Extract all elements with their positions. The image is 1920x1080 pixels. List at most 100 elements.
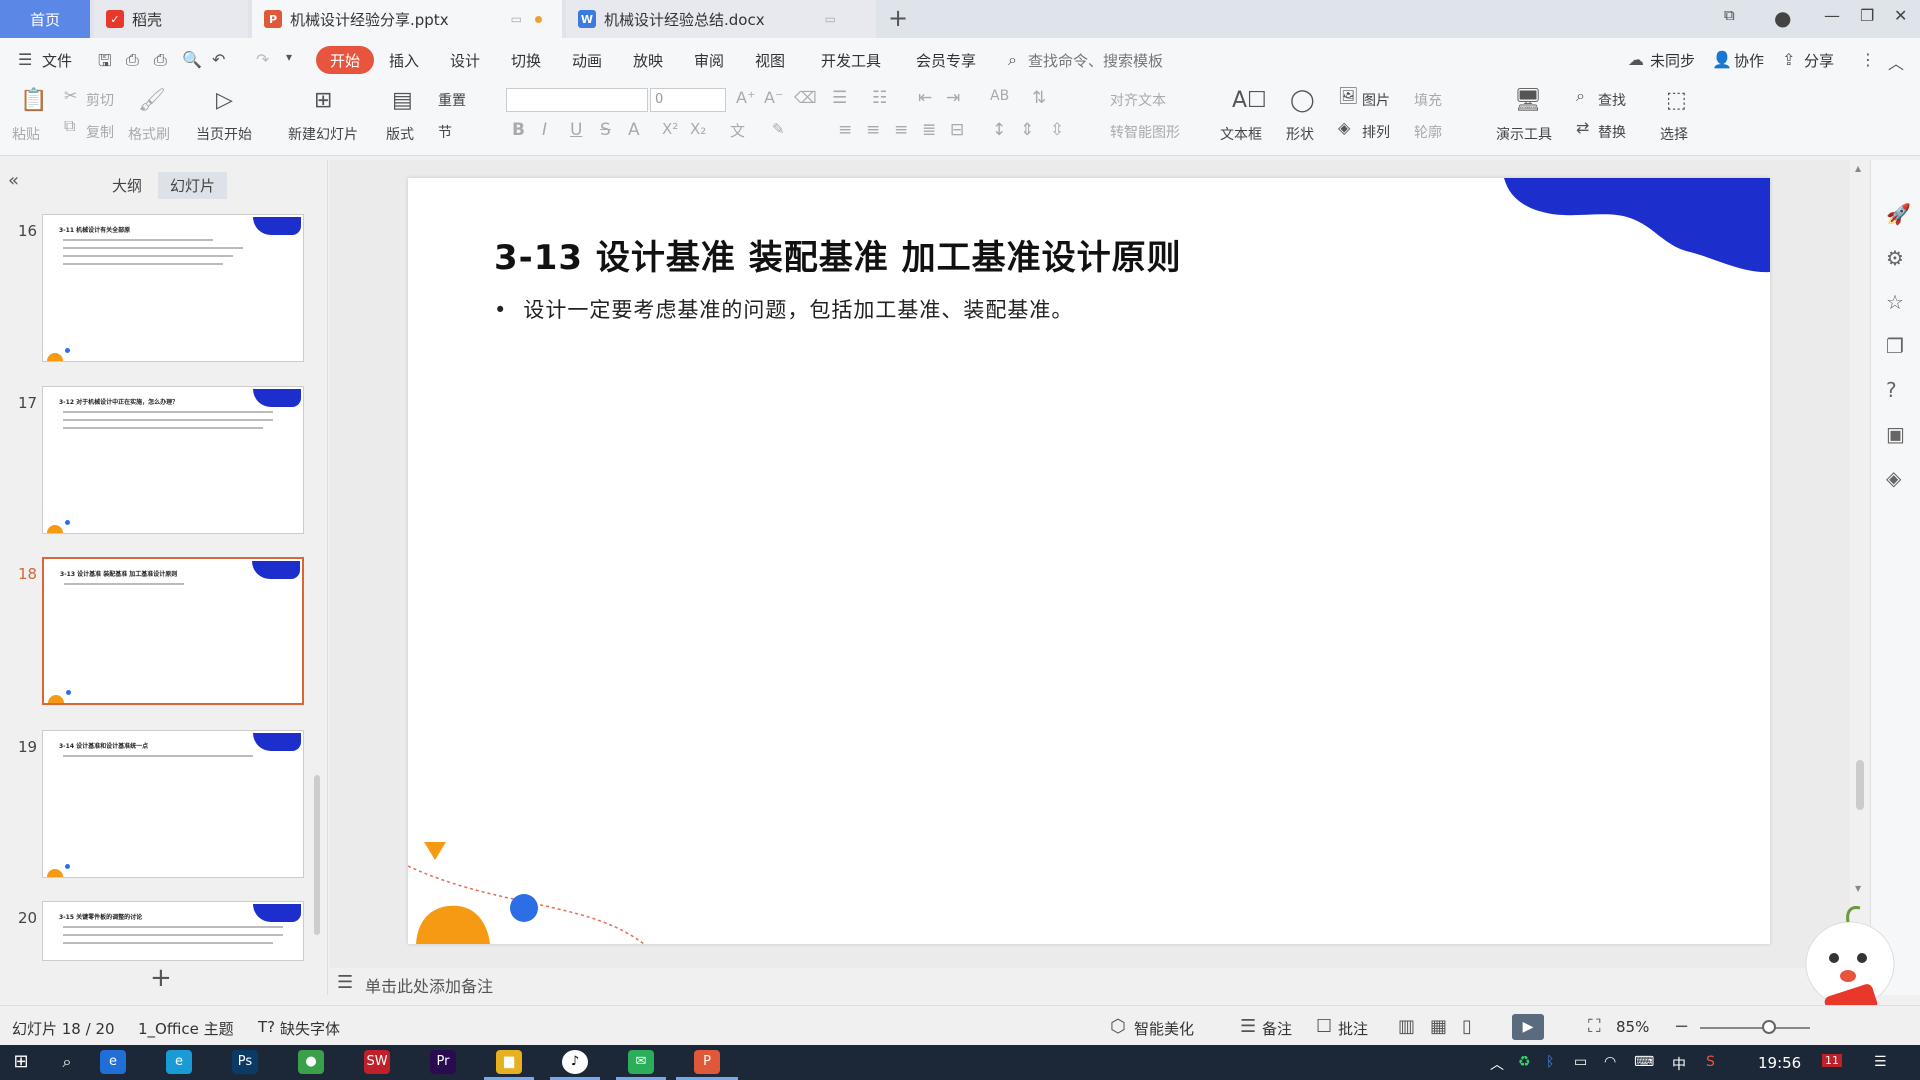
windows-start-icon[interactable]: ⊞ bbox=[8, 1050, 34, 1074]
wechat-icon[interactable]: ✉ bbox=[628, 1050, 654, 1074]
tray-expand-icon[interactable]: ︿ bbox=[1490, 1054, 1504, 1074]
panel-scrollbar[interactable] bbox=[314, 775, 320, 935]
shape-button[interactable]: 形状 bbox=[1286, 124, 1314, 144]
fit-window-icon[interactable]: ⛶ bbox=[1588, 1016, 1601, 1037]
more-options-icon[interactable]: ⋮ bbox=[1860, 50, 1876, 69]
normal-view-icon[interactable]: ▥ bbox=[1398, 1016, 1415, 1037]
sogou-ime-icon[interactable]: S bbox=[1706, 1054, 1715, 1070]
reading-view-icon[interactable]: ▯ bbox=[1462, 1016, 1472, 1037]
increase-font-icon[interactable]: A⁺ bbox=[736, 88, 755, 107]
command-search-input[interactable]: 查找命令、搜索模板 bbox=[1028, 50, 1163, 71]
wifi-icon[interactable]: ◠ bbox=[1604, 1054, 1616, 1070]
sort-icon[interactable]: ⇅ bbox=[1032, 88, 1046, 108]
justify-icon[interactable]: ≣ bbox=[922, 120, 936, 140]
add-tab-button[interactable]: + bbox=[888, 4, 908, 32]
multi-window-icon[interactable]: ⧉ bbox=[1724, 6, 1735, 24]
slide-thumbnail-18-selected[interactable]: 3-13 设计基准 装配基准 加工基准设计原则 bbox=[42, 557, 304, 705]
reset-button[interactable]: 重置 bbox=[438, 90, 466, 110]
help-icon[interactable]: ? bbox=[1886, 378, 1897, 402]
bold-icon[interactable]: B bbox=[512, 120, 525, 140]
menu-member[interactable]: 会员专享 bbox=[916, 50, 976, 71]
increase-indent-icon[interactable]: ⇥ bbox=[946, 88, 960, 108]
compass-icon[interactable]: ◈ bbox=[1886, 466, 1901, 490]
slide-thumbnail-20[interactable]: 3-15 关键零件板的调整的讨论 bbox=[42, 901, 304, 961]
photoshop-icon[interactable]: Ps bbox=[232, 1050, 258, 1074]
hamburger-icon[interactable]: ☰ bbox=[18, 50, 32, 69]
scroll-down-icon[interactable]: ▼ bbox=[1855, 884, 1861, 893]
taskbar-search-icon[interactable]: ⌕ bbox=[54, 1050, 80, 1074]
format-painter-button[interactable]: 格式刷 bbox=[128, 124, 170, 144]
theme-name[interactable]: 1_Office 主题 bbox=[138, 1018, 234, 1039]
layout-button[interactable]: 版式 bbox=[386, 124, 414, 144]
ime-indicator[interactable]: 中 bbox=[1672, 1054, 1686, 1074]
wps-presentation-icon[interactable]: P bbox=[694, 1050, 720, 1074]
sync-status[interactable]: 未同步 bbox=[1650, 50, 1695, 71]
redo-icon[interactable]: ↷ bbox=[256, 50, 269, 69]
strikethrough-icon[interactable]: S bbox=[600, 120, 611, 140]
select-button[interactable]: 选择 bbox=[1660, 124, 1688, 144]
slide-thumbnail-17[interactable]: 3-12 对于机械设计中正在实施，怎么办理？ bbox=[42, 386, 304, 534]
smart-shape-button[interactable]: 转智能图形 bbox=[1110, 122, 1180, 142]
slide-thumbnail-16[interactable]: 3-11 机械设计有关全部原 bbox=[42, 214, 304, 362]
picture-button[interactable]: 图片 bbox=[1362, 90, 1390, 110]
window-mode-icon[interactable]: ▭ bbox=[825, 12, 836, 26]
paragraph-spacing-icon[interactable]: ⇕ bbox=[1020, 120, 1034, 140]
textbox-button[interactable]: 文本框 bbox=[1220, 124, 1262, 144]
share-icon[interactable]: ⇪ bbox=[1782, 50, 1795, 69]
sorter-view-icon[interactable]: ▦ bbox=[1430, 1016, 1447, 1037]
minimize-icon[interactable]: — bbox=[1824, 6, 1840, 25]
tab-daoke[interactable]: ✓ 稻壳 bbox=[94, 0, 248, 38]
app-green-icon[interactable]: ● bbox=[298, 1050, 324, 1074]
menu-insert[interactable]: 插入 bbox=[389, 50, 419, 71]
taskbar-clock[interactable]: 19:56 bbox=[1758, 1054, 1801, 1072]
undo-icon[interactable]: ↶ bbox=[212, 50, 225, 69]
font-family-select[interactable] bbox=[506, 88, 648, 112]
keyboard-icon[interactable]: ⌨ bbox=[1634, 1054, 1654, 1070]
slide-thumbnail-19[interactable]: 3-14 设计基准和设计基准统一点 bbox=[42, 730, 304, 878]
cloud-sync-icon[interactable]: ☁ bbox=[1628, 50, 1644, 69]
decrease-indent-icon[interactable]: ⇤ bbox=[918, 88, 932, 108]
outline-tab[interactable]: 大纲 bbox=[100, 172, 154, 199]
slides-tab[interactable]: 幻灯片 bbox=[158, 172, 228, 199]
collab-button[interactable]: 协作 bbox=[1734, 50, 1764, 71]
superscript-icon[interactable]: X² bbox=[662, 120, 678, 138]
collapse-panel-icon[interactable]: « bbox=[8, 170, 19, 191]
tab-home[interactable]: 首页 bbox=[0, 0, 90, 38]
search-icon[interactable]: ⌕ bbox=[1008, 50, 1017, 70]
star-icon[interactable]: ☆ bbox=[1886, 290, 1904, 314]
menu-view[interactable]: 视图 bbox=[755, 50, 785, 71]
close-icon[interactable]: ✕ bbox=[1894, 6, 1907, 25]
bluetooth-icon[interactable]: ᛒ bbox=[1546, 1054, 1554, 1070]
file-explorer-icon[interactable]: ▆ bbox=[496, 1050, 522, 1074]
fill-button[interactable]: 填充 bbox=[1414, 90, 1442, 110]
media-player-icon[interactable]: ♪ bbox=[562, 1050, 588, 1074]
cut-button[interactable]: 剪切 bbox=[86, 90, 114, 110]
image-tool-icon[interactable]: ▣ bbox=[1886, 422, 1905, 446]
menu-transition[interactable]: 切换 bbox=[511, 50, 541, 71]
canvas-vertical-scrollbar[interactable]: ▲ ▼ bbox=[1852, 160, 1868, 968]
paste-icon[interactable]: 📋 bbox=[20, 88, 47, 113]
decrease-font-icon[interactable]: A⁻ bbox=[764, 88, 783, 107]
slides-icon[interactable]: ❐ bbox=[1886, 334, 1904, 358]
print-icon[interactable]: ⎙ bbox=[154, 50, 167, 70]
phonetic-icon[interactable]: 文 bbox=[730, 120, 745, 141]
align-text-button[interactable]: 对齐文本 bbox=[1110, 90, 1166, 110]
align-left-icon[interactable]: ≡ bbox=[838, 120, 852, 140]
menu-file[interactable]: 文件 bbox=[42, 50, 72, 71]
new-slide-button[interactable]: 新建幻灯片 bbox=[288, 124, 358, 144]
edge-browser-icon[interactable]: e bbox=[166, 1050, 192, 1074]
font-size-select[interactable]: 0 bbox=[650, 88, 726, 112]
tab-docx-document[interactable]: W 机械设计经验总结.docx ▭ bbox=[566, 0, 876, 38]
tray-recycle-icon[interactable]: ♻ bbox=[1518, 1054, 1531, 1070]
distribute-icon[interactable]: ⊟ bbox=[950, 120, 964, 140]
notes-toggle-button[interactable]: 备注 bbox=[1262, 1018, 1292, 1039]
slide-title[interactable]: 3-13 设计基准 装配基准 加工基准设计原则 bbox=[494, 230, 1182, 279]
collab-icon[interactable]: 👤 bbox=[1712, 50, 1732, 69]
play-from-current-button[interactable]: 当页开始 bbox=[196, 124, 252, 144]
scroll-up-icon[interactable]: ▲ bbox=[1855, 164, 1861, 173]
missing-font-button[interactable]: 缺失字体 bbox=[280, 1018, 340, 1039]
section-button[interactable]: 节 bbox=[438, 122, 452, 142]
menu-developer[interactable]: 开发工具 bbox=[821, 50, 881, 71]
menu-slideshow[interactable]: 放映 bbox=[633, 50, 663, 71]
menu-review[interactable]: 审阅 bbox=[694, 50, 724, 71]
